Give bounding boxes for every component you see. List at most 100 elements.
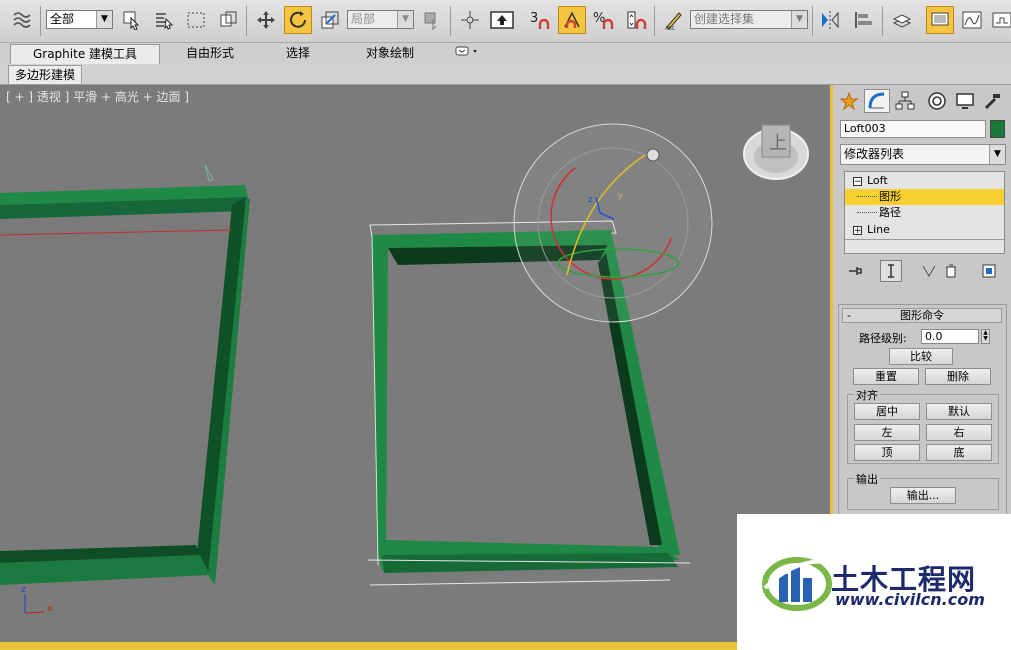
path-level-spinner[interactable]: ▲ ▼ [981,329,990,344]
layer-explorer-icon[interactable] [8,6,36,34]
tree-line [857,212,877,213]
rollout-collapse-sign: - [847,309,851,322]
make-unique-icon[interactable] [918,260,940,282]
viewcube[interactable]: 上 [743,124,809,180]
align-bottom-button[interactable]: 底 [926,444,992,461]
reference-coord-dropdown[interactable]: 局部 ▼ [347,10,414,29]
edit-named-selection-icon[interactable]: ABC [660,6,688,34]
axis-x-label: x [47,604,53,614]
path-level-input[interactable]: 0.0 [921,329,979,344]
motion-tab-icon[interactable] [924,89,950,113]
compare-button[interactable]: 比较 [889,348,953,365]
pin-stack-icon[interactable] [844,260,866,282]
spinner-snap-icon[interactable] [622,6,650,34]
tab-selection[interactable]: 选择 [270,44,326,63]
modifier-stack: − Loft 图形 路径 + Line [844,171,1005,254]
keyboard-shortcut-override-icon[interactable] [488,6,516,34]
modifier-list-dropdown[interactable]: 修改器列表 ▼ [840,144,1006,165]
tab-graphite-modeling[interactable]: Graphite 建模工具 [10,44,160,64]
display-tab-icon[interactable] [952,89,978,113]
create-tab-icon[interactable] [836,89,862,113]
graphite-toggle-icon[interactable] [926,6,954,34]
remove-modifier-icon[interactable] [940,260,962,282]
align-icon[interactable] [850,6,878,34]
align-top-button[interactable]: 顶 [854,444,920,461]
stack-item-shape[interactable]: 图形 [845,189,1004,205]
hierarchy-tab-icon[interactable] [892,89,918,113]
utilities-tab-icon[interactable] [980,89,1006,113]
window-crossing-icon[interactable] [214,6,242,34]
expand-icon[interactable]: + [853,226,862,236]
object-color-swatch[interactable] [990,120,1005,138]
reset-button[interactable]: 重置 [853,368,919,385]
toolbar-separator [882,6,883,36]
chevron-down-icon: ▼ [397,11,413,28]
align-group: 对齐 居中 默认 左 右 顶 底 [847,387,999,464]
stack-item-loft[interactable]: − Loft [845,173,1004,189]
gizmo-y-label: y [618,191,623,200]
stack-item-path[interactable]: 路径 [845,205,1004,221]
tab-object-paint[interactable]: 对象绘制 [350,44,430,63]
watermark-url: www.civilcn.com [835,590,985,609]
stack-item-line-label: Line [867,223,890,236]
toolbar-separator [654,6,655,36]
chevron-down-icon: ▼ [791,11,807,28]
select-object-icon[interactable] [118,6,146,34]
axis-z-label: z [21,585,26,595]
percent-snap-icon[interactable]: % [590,6,618,34]
tab-freeform[interactable]: 自由形式 [170,44,250,63]
gizmo-z-label: z [588,195,592,204]
select-and-manipulate-icon[interactable] [456,6,484,34]
selection-filter-value: 全部 [50,12,75,26]
perspective-viewport[interactable]: z y 上 x z [ + ] 透视 ] 平滑 + 高光 + 边面 ] [0,85,833,642]
angle-snap-icon[interactable] [558,6,586,34]
toolbar-separator [40,6,41,36]
collapse-icon[interactable]: − [853,177,862,187]
viewcube-face-label: 上 [769,133,787,154]
object-name-field[interactable]: Loft003 [840,120,986,138]
mirror-icon[interactable] [816,6,844,34]
left-frame-object[interactable] [0,164,250,585]
align-left-button[interactable]: 左 [854,424,920,441]
align-center-button[interactable]: 居中 [854,403,920,420]
rotate-gizmo[interactable]: z y [513,123,713,323]
align-right-button[interactable]: 右 [926,424,992,441]
scale-icon[interactable] [316,6,344,34]
ribbon-options-icon[interactable] [452,44,482,63]
select-by-name-icon[interactable] [150,6,178,34]
configure-modifier-sets-icon[interactable] [978,260,1000,282]
modify-tab-icon[interactable] [864,89,890,113]
rotate-icon[interactable] [284,6,312,34]
snaps-toggle-icon[interactable]: 3 [526,6,554,34]
layer-manager-icon[interactable] [888,6,916,34]
viewport-scene[interactable]: z y 上 x z [0,85,830,642]
toolbar-separator [246,6,247,36]
selection-filter-dropdown[interactable]: 全部 ▼ [46,10,113,29]
delete-button[interactable]: 删除 [925,368,991,385]
svg-text:ABC: ABC [665,26,676,31]
align-default-button[interactable]: 默认 [926,403,992,420]
move-icon[interactable] [252,6,280,34]
rollout-title: 图形命令 [900,309,944,322]
curve-editor-icon[interactable] [958,6,986,34]
show-end-result-icon[interactable] [880,260,902,282]
schematic-view-icon[interactable] [988,6,1011,34]
tab-polygon-modeling[interactable]: 多边形建模 [8,65,83,84]
toolbar-separator [812,6,813,36]
rollout-header[interactable]: - 图形命令 [842,308,1002,323]
ribbon-subtab-row: 多边形建模 [0,64,1011,85]
stack-item-line[interactable]: + Line [845,222,1004,238]
named-selection-dropdown[interactable]: 创建选择集 ▼ [690,10,808,29]
modifier-list-label: 修改器列表 [844,147,905,161]
output-button[interactable]: 输出... [890,487,956,504]
stack-item-loft-label: Loft [867,174,888,187]
tree-line [857,196,877,197]
graphite-ribbon: Graphite 建模工具 自由形式 选择 对象绘制 [0,43,1011,65]
viewport-label-menu[interactable]: [ + ] 透视 ] 平滑 + 高光 + 边面 ] [6,88,189,105]
named-selection-placeholder: 创建选择集 [694,12,755,26]
civilcn-logo-icon [762,557,832,611]
rectangular-selection-icon[interactable] [182,6,210,34]
toolbar-separator [450,6,451,36]
stack-item-path-label: 路径 [879,206,901,219]
pivot-center-icon[interactable] [418,6,446,34]
